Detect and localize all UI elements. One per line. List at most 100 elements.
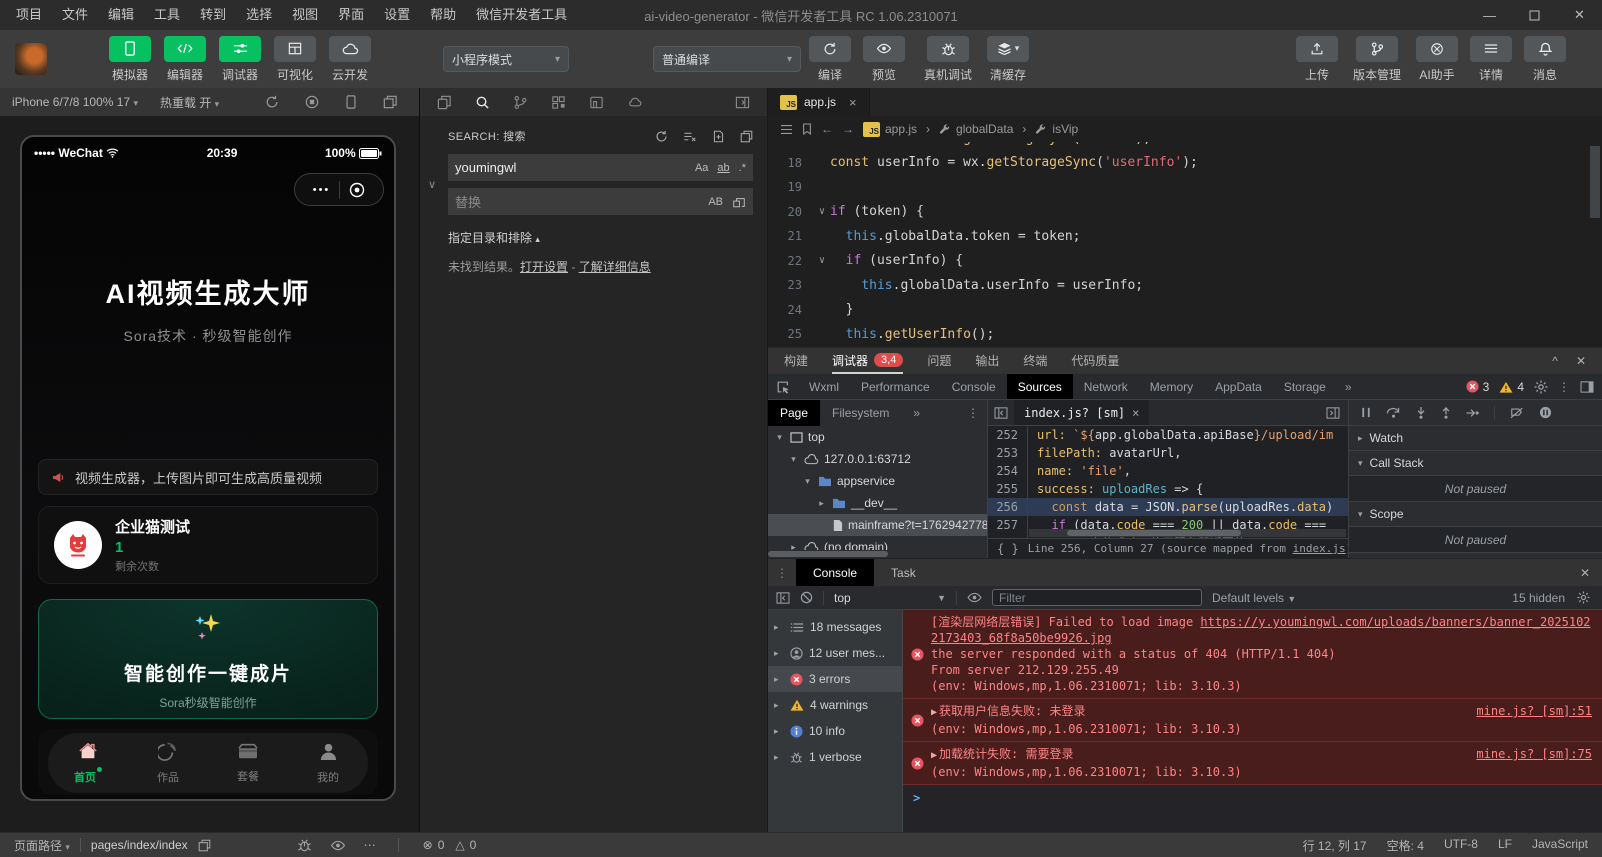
open-settings-link[interactable]: 打开设置 [520, 260, 568, 274]
clear-results-icon[interactable] [683, 130, 697, 143]
error-counter[interactable]: 3 [1466, 380, 1490, 394]
panel-tab-输出[interactable]: 输出 [975, 348, 999, 374]
step-over-icon[interactable] [1386, 407, 1401, 418]
toolbar-button-调试器[interactable]: 调试器 [217, 36, 263, 83]
whole-word-icon[interactable]: ab [717, 162, 729, 174]
filter-input[interactable]: Filter [992, 589, 1202, 606]
pause-icon[interactable] [1361, 407, 1371, 418]
toolbar-button-详情[interactable]: 详情 [1468, 36, 1514, 83]
devtools-tab-Performance[interactable]: Performance [850, 374, 941, 399]
device-select[interactable]: iPhone 6/7/8 100% 17 ▾ [12, 95, 138, 109]
step-icon[interactable] [1466, 408, 1479, 418]
app-tab-作品[interactable]: 作品 [128, 742, 208, 785]
refresh-icon[interactable] [655, 130, 668, 143]
devtools-tab-Storage[interactable]: Storage [1273, 374, 1337, 399]
toolbar-button-清缓存[interactable]: ▾清缓存 [985, 36, 1031, 83]
hot-reload-toggle[interactable]: 热重载 开 ▾ [160, 94, 219, 111]
open-in-editor-icon[interactable] [740, 130, 753, 143]
close-tab-icon[interactable]: × [849, 95, 857, 110]
page-path-select[interactable]: 页面路径 ▾ [14, 837, 70, 854]
breakpoints-section[interactable]: ▾Breakpoints [1349, 553, 1602, 558]
drag-handle-icon[interactable]: ⋮ [768, 566, 796, 580]
breadcrumb-symbol[interactable]: isVip [1035, 122, 1078, 136]
eol-setting[interactable]: LF [1498, 837, 1512, 854]
console-filter-10 info[interactable]: ▸10 info [768, 718, 902, 744]
toolbar-button-云开发[interactable]: 云开发 [327, 36, 373, 83]
preserve-case-icon[interactable]: AB [708, 196, 723, 208]
close-button[interactable]: ✕ [1557, 0, 1602, 30]
tab-console[interactable]: Console [796, 559, 874, 586]
eye-icon[interactable] [330, 840, 346, 851]
clear-console-icon[interactable] [800, 591, 813, 604]
tree-item-(no domain)[interactable]: ▸(no domain) [768, 536, 987, 550]
tree-item-top[interactable]: ▾top [768, 426, 987, 448]
deactivate-breakpoints-icon[interactable] [1510, 407, 1524, 419]
tree-item-appservice[interactable]: ▾appservice [768, 470, 987, 492]
device-frame-icon[interactable] [345, 95, 357, 109]
menu-选择[interactable]: 选择 [236, 0, 282, 30]
breadcrumb-file[interactable]: JSapp.js [863, 122, 917, 137]
source-location-link[interactable]: mine.js? [sm]:75 [1476, 746, 1592, 764]
search-icon[interactable] [475, 95, 490, 110]
encoding[interactable]: UTF-8 [1444, 837, 1478, 854]
outline-icon[interactable] [780, 124, 793, 135]
user-avatar[interactable] [15, 43, 47, 75]
app-tab-我的[interactable]: 我的 [288, 742, 368, 785]
devtools-tab-Console[interactable]: Console [941, 374, 1007, 399]
panel-tab-问题[interactable]: 问题 [927, 348, 951, 374]
devtools-tab-Memory[interactable]: Memory [1139, 374, 1204, 399]
step-into-icon[interactable] [1416, 407, 1426, 419]
problems-indicator[interactable]: ⊗0 △0 [423, 838, 477, 852]
toolbar-button-预览[interactable]: 预览 [861, 36, 907, 83]
learn-more-link[interactable]: 了解详细信息 [579, 260, 651, 274]
match-case-icon[interactable]: Aa [695, 162, 708, 174]
toolbar-button-上传[interactable]: 上传 [1294, 36, 1340, 83]
menu-微信开发者工具[interactable]: 微信开发者工具 [466, 0, 577, 30]
console-filter-18 messages[interactable]: ▸18 messages [768, 614, 902, 640]
source-location-link[interactable]: mine.js? [sm]:51 [1476, 703, 1592, 721]
toolbar-button-版本管理[interactable]: 版本管理 [1348, 36, 1406, 83]
devtools-tab-Wxml[interactable]: Wxml [798, 374, 850, 399]
tree-item-mainframe?t=17629427780[interactable]: mainframe?t=17629427780 [768, 514, 987, 536]
rotate-icon[interactable] [265, 95, 279, 109]
bookmark-icon[interactable] [802, 123, 812, 135]
gear-icon[interactable] [1534, 380, 1548, 394]
menu-设置[interactable]: 设置 [374, 0, 420, 30]
close-panel-icon[interactable]: ✕ [1576, 354, 1586, 368]
replace-all-icon[interactable] [732, 195, 746, 208]
file-tab-indexjs[interactable]: index.js? [sm]× [1014, 400, 1149, 425]
tab-filesystem[interactable]: Filesystem [820, 400, 901, 426]
toolbar-button-真机调试[interactable]: 真机调试 [919, 36, 977, 83]
pause-on-exceptions-icon[interactable] [1539, 406, 1552, 419]
editor-tab-appjs[interactable]: JS app.js × [768, 88, 870, 116]
tree-item-127.0.0.1:63712[interactable]: ▾127.0.0.1:63712 [768, 448, 987, 470]
console-filter-4 warnings[interactable]: ▸4 warnings [768, 692, 902, 718]
screenshot-icon[interactable] [305, 95, 319, 109]
callstack-section[interactable]: ▾Call Stack [1349, 451, 1602, 476]
maximize-button[interactable] [1512, 0, 1557, 30]
toolbar-button-模拟器[interactable]: 模拟器 [107, 36, 153, 83]
replace-input[interactable]: 替换 AB [448, 188, 753, 215]
notice-banner[interactable]: 视频生成器，上传图片即可生成高质量视频 [38, 459, 378, 495]
npm-panel-icon[interactable] [589, 95, 604, 110]
overflow-menu-icon[interactable]: ⋮ [967, 406, 987, 420]
capsule-menu[interactable]: ••• [294, 173, 384, 206]
console-prompt[interactable]: > [903, 785, 1602, 811]
search-input[interactable]: youmingwl Aa ab .* [448, 154, 753, 181]
scope-section[interactable]: ▾Scope [1349, 502, 1602, 527]
warning-counter[interactable]: 4 [1499, 380, 1524, 394]
toggle-replace-icon[interactable]: ∨ [428, 178, 436, 191]
tab-page[interactable]: Page [768, 400, 820, 426]
multi-window-icon[interactable] [383, 95, 397, 109]
menu-界面[interactable]: 界面 [328, 0, 374, 30]
menu-文件[interactable]: 文件 [52, 0, 98, 30]
language-mode[interactable]: JavaScript [1532, 837, 1588, 854]
indent-setting[interactable]: 空格: 4 [1387, 837, 1424, 854]
minimize-button[interactable]: — [1467, 0, 1512, 30]
inspect-icon[interactable] [768, 374, 798, 399]
menu-帮助[interactable]: 帮助 [420, 0, 466, 30]
collapse-panel-icon[interactable]: ^ [1552, 354, 1558, 368]
devtools-tab-AppData[interactable]: AppData [1204, 374, 1273, 399]
show-debugger-icon[interactable] [1326, 407, 1348, 419]
collapse-sidebar-icon[interactable] [735, 95, 750, 110]
